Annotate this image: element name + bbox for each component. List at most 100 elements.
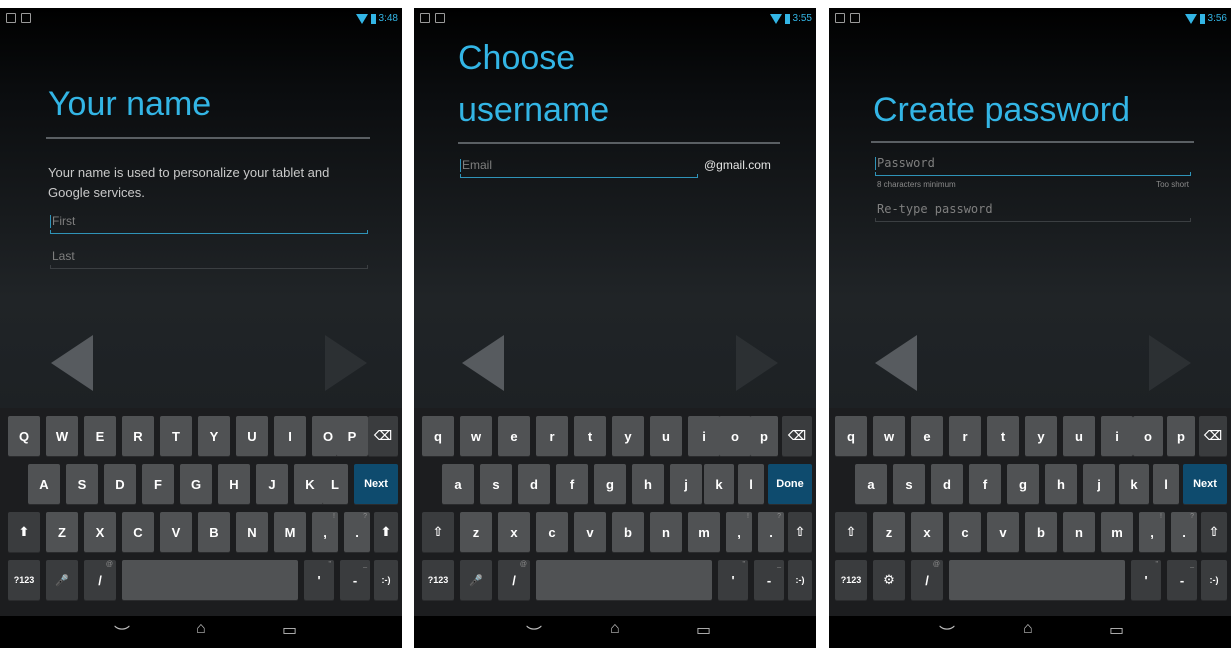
key-u[interactable]: u	[650, 416, 682, 456]
key-a[interactable]: A	[28, 464, 60, 504]
next-arrow-button[interactable]	[1149, 335, 1191, 391]
key-j[interactable]: J	[256, 464, 288, 504]
key-dash[interactable]: - _	[340, 560, 370, 600]
key-d[interactable]: D	[104, 464, 136, 504]
key-y[interactable]: y	[612, 416, 644, 456]
key-comma[interactable]: ,!	[1139, 512, 1165, 552]
key-x[interactable]: x	[911, 512, 943, 552]
key-u[interactable]: u	[1063, 416, 1095, 456]
key-i[interactable]: i	[688, 416, 720, 456]
key-m[interactable]: m	[688, 512, 720, 552]
key-b[interactable]: B	[198, 512, 230, 552]
key-slash[interactable]: / @	[84, 560, 116, 600]
symbols-key[interactable]: ?123	[422, 560, 454, 600]
key-i[interactable]: i	[1101, 416, 1133, 456]
smiley-key[interactable]: :-)	[374, 560, 398, 600]
key-t[interactable]: T	[160, 416, 192, 456]
key-f[interactable]: F	[142, 464, 174, 504]
key-l[interactable]: l	[1153, 464, 1179, 504]
backspace-key[interactable]: ⌫	[368, 416, 398, 456]
key-h[interactable]: h	[632, 464, 664, 504]
email-username-input[interactable]: Email	[460, 156, 698, 178]
key-e[interactable]: e	[498, 416, 530, 456]
smiley-key[interactable]: :-)	[1201, 560, 1227, 600]
key-e[interactable]: e	[911, 416, 943, 456]
space-key[interactable]	[949, 560, 1125, 600]
key-n[interactable]: N	[236, 512, 268, 552]
voice-input-key[interactable]: 🎤	[460, 560, 492, 600]
key-x[interactable]: x	[498, 512, 530, 552]
key-c[interactable]: c	[949, 512, 981, 552]
key-p[interactable]: p	[1167, 416, 1195, 456]
key-a[interactable]: a	[442, 464, 474, 504]
shift-key-right[interactable]: ⇧	[1201, 512, 1227, 552]
key-u[interactable]: U	[236, 416, 268, 456]
key-r[interactable]: r	[536, 416, 568, 456]
nav-home-icon[interactable]: ⌂	[610, 620, 620, 638]
voice-input-key[interactable]: 🎤	[46, 560, 78, 600]
symbols-key[interactable]: ?123	[835, 560, 867, 600]
key-s[interactable]: s	[480, 464, 512, 504]
key-comma[interactable]: ,!	[726, 512, 752, 552]
key-q[interactable]: Q	[8, 416, 40, 456]
shift-key-right[interactable]: ⬆	[374, 512, 398, 552]
space-key[interactable]	[536, 560, 712, 600]
nav-recents-icon[interactable]: ▭	[1109, 620, 1124, 640]
key-k[interactable]: k	[704, 464, 734, 504]
symbols-key[interactable]: ?123	[8, 560, 40, 600]
backspace-key[interactable]: ⌫	[782, 416, 812, 456]
key-q[interactable]: q	[835, 416, 867, 456]
key-e[interactable]: E	[84, 416, 116, 456]
key-period[interactable]: .?	[344, 512, 370, 552]
key-r[interactable]: R	[122, 416, 154, 456]
key-d[interactable]: d	[931, 464, 963, 504]
key-dash[interactable]: - _	[1167, 560, 1197, 600]
key-period[interactable]: .?	[1171, 512, 1197, 552]
password-input[interactable]: Password	[875, 154, 1191, 176]
key-j[interactable]: j	[1083, 464, 1115, 504]
key-p[interactable]: p	[750, 416, 778, 456]
key-o[interactable]: o	[719, 416, 751, 456]
back-arrow-button[interactable]	[462, 335, 504, 391]
key-apostrophe[interactable]: ' "	[304, 560, 334, 600]
nav-back-icon[interactable]: ︶	[526, 620, 542, 644]
back-arrow-button[interactable]	[875, 335, 917, 391]
key-c[interactable]: c	[536, 512, 568, 552]
key-a[interactable]: a	[855, 464, 887, 504]
key-v[interactable]: V	[160, 512, 192, 552]
key-k[interactable]: k	[1119, 464, 1149, 504]
key-s[interactable]: S	[66, 464, 98, 504]
back-arrow-button[interactable]	[51, 335, 93, 391]
key-j[interactable]: j	[670, 464, 702, 504]
key-t[interactable]: t	[987, 416, 1019, 456]
backspace-key[interactable]: ⌫	[1199, 416, 1227, 456]
key-m[interactable]: M	[274, 512, 306, 552]
key-v[interactable]: v	[987, 512, 1019, 552]
key-l[interactable]: l	[738, 464, 764, 504]
key-h[interactable]: h	[1045, 464, 1077, 504]
key-b[interactable]: b	[1025, 512, 1057, 552]
key-z[interactable]: Z	[46, 512, 78, 552]
retype-password-input[interactable]: Re-type password	[875, 200, 1191, 222]
key-y[interactable]: Y	[198, 416, 230, 456]
key-x[interactable]: X	[84, 512, 116, 552]
done-key[interactable]: Done	[768, 464, 812, 504]
nav-home-icon[interactable]: ⌂	[196, 620, 206, 638]
key-g[interactable]: G	[180, 464, 212, 504]
input-settings-key[interactable]: ⚙	[873, 560, 905, 600]
key-g[interactable]: g	[594, 464, 626, 504]
key-c[interactable]: C	[122, 512, 154, 552]
first-name-input[interactable]: First	[50, 212, 368, 234]
key-r[interactable]: r	[949, 416, 981, 456]
key-l[interactable]: L	[322, 464, 348, 504]
shift-key-left[interactable]: ⇧	[835, 512, 867, 552]
key-d[interactable]: d	[518, 464, 550, 504]
key-apostrophe[interactable]: ' "	[718, 560, 748, 600]
key-h[interactable]: H	[218, 464, 250, 504]
key-o[interactable]: o	[1133, 416, 1163, 456]
key-p[interactable]: P	[336, 416, 368, 456]
key-n[interactable]: n	[1063, 512, 1095, 552]
key-g[interactable]: g	[1007, 464, 1039, 504]
key-s[interactable]: s	[893, 464, 925, 504]
key-f[interactable]: f	[969, 464, 1001, 504]
